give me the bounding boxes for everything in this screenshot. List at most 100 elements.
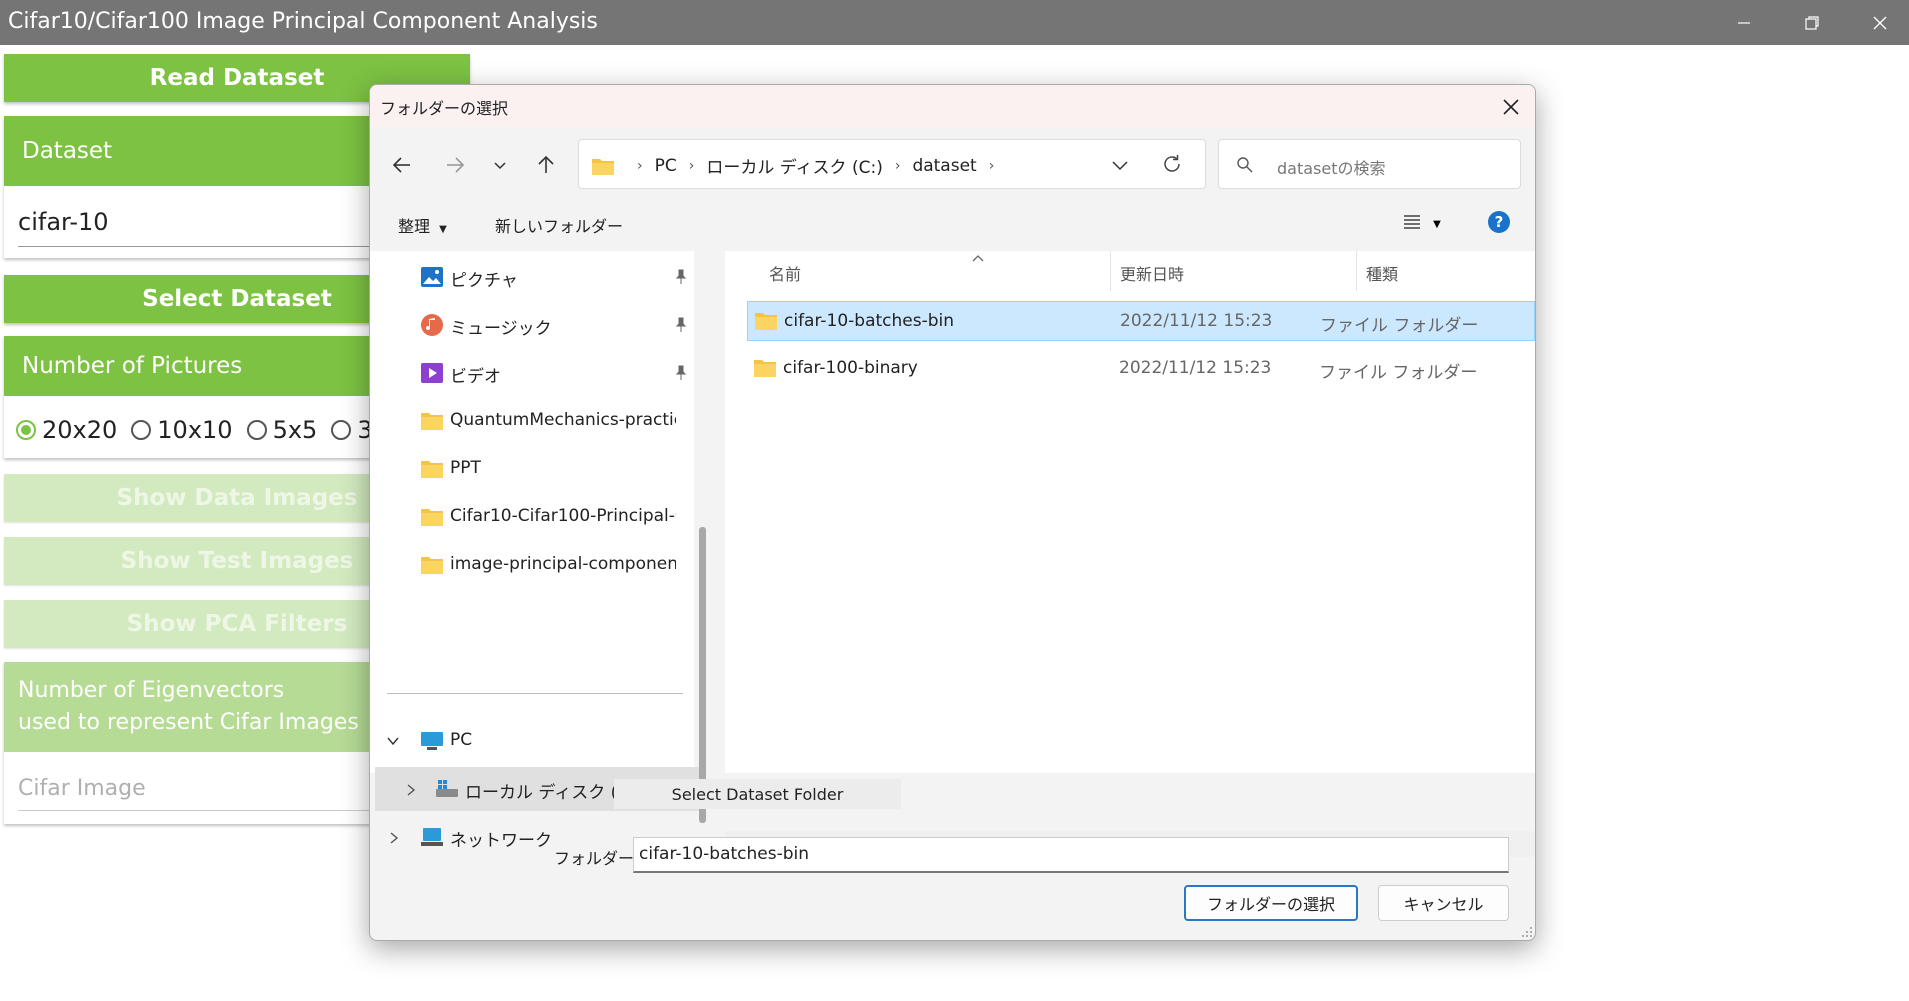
nav-label: PC — [450, 730, 473, 750]
nav-item-image-pca[interactable]: image-principal-component-ar — [370, 543, 676, 587]
chevron-right-icon — [390, 832, 399, 844]
nav-item-videos[interactable]: ビデオ — [370, 351, 687, 395]
restore-icon — [1805, 15, 1819, 30]
folder-select-dialog: フォルダーの選択 › PC › ローカル ディスク (C:) › dataset… — [369, 84, 1536, 941]
command-bar: 整理 ▼ 新しいフォルダー ▼ ? — [370, 201, 1535, 245]
nav-label: QuantumMechanics-practice — [450, 410, 676, 430]
forward-button[interactable] — [435, 145, 475, 185]
recent-locations-button[interactable] — [480, 145, 520, 185]
column-separator[interactable] — [1356, 251, 1357, 291]
file-type: ファイル フォルダー — [1319, 363, 1478, 383]
dialog-title: フォルダーの選択 — [380, 99, 509, 118]
drive-icon — [436, 780, 458, 797]
chevron-down-icon — [387, 737, 399, 746]
caret-down-icon: ▼ — [1433, 219, 1441, 230]
arrow-right-icon — [447, 157, 465, 173]
radio-5x5[interactable]: 5x5 — [246, 416, 318, 444]
caret-down-icon: ▼ — [439, 224, 447, 235]
nav-label: Cifar10-Cifar100-Principal-Com — [450, 506, 676, 526]
file-modified: 2022/11/12 15:23 — [1120, 311, 1273, 331]
radio-label: 20x20 — [42, 416, 118, 444]
breadcrumb-local-disk[interactable]: ローカル ディスク (C:) — [706, 153, 882, 178]
column-modified-header[interactable]: 更新日時 — [1120, 251, 1184, 295]
new-folder-button[interactable]: 新しいフォルダー — [495, 213, 623, 237]
file-row[interactable]: cifar-100-binary 2022/11/12 15:23 ファイル フ… — [747, 349, 1535, 389]
folder-icon — [421, 413, 443, 430]
chevron-right-icon: › — [894, 157, 901, 174]
sort-ascending-icon — [972, 255, 984, 262]
pc-icon — [421, 732, 443, 750]
dialog-close-button[interactable] — [1499, 95, 1523, 119]
video-icon — [421, 363, 443, 383]
folder-icon — [755, 313, 777, 330]
chevron-down-icon[interactable] — [1111, 157, 1129, 173]
up-button[interactable] — [526, 145, 566, 185]
nav-item-music[interactable]: ミュージック — [370, 303, 687, 347]
breadcrumb-dataset[interactable]: dataset — [912, 156, 976, 176]
close-window-button[interactable] — [1848, 0, 1909, 45]
minimize-icon — [1738, 21, 1750, 24]
search-icon — [1237, 157, 1253, 173]
search-placeholder: datasetの検索 — [1277, 159, 1386, 178]
back-button[interactable] — [382, 145, 422, 185]
radio-label: 10x10 — [157, 416, 233, 444]
nav-item-pictures[interactable]: ピクチャ — [370, 255, 687, 299]
radio-unchecked-icon — [246, 420, 267, 440]
folder-name-input[interactable]: cifar-10-batches-bin — [633, 837, 1509, 873]
chevron-right-icon: › — [637, 157, 643, 174]
radio-10x10[interactable]: 10x10 — [131, 416, 233, 444]
chevron-down-icon — [494, 162, 506, 170]
folder-icon — [754, 360, 776, 377]
tree-item-pc[interactable]: PC — [370, 719, 676, 763]
chevron-right-icon: › — [988, 157, 995, 174]
svg-text:?: ? — [1495, 213, 1504, 231]
close-icon — [1873, 16, 1887, 29]
resize-grip-icon[interactable] — [1521, 926, 1533, 938]
help-icon: ? — [1488, 211, 1510, 233]
select-folder-button[interactable]: フォルダーの選択 — [1184, 885, 1358, 921]
file-name: cifar-10-batches-bin — [784, 311, 955, 331]
nav-label: ビデオ — [450, 367, 501, 387]
nav-label: PPT — [450, 458, 481, 478]
nav-item-quantum[interactable]: QuantumMechanics-practice — [370, 399, 676, 443]
eigenvectors-header-line1: Number of Eigenvectors — [18, 678, 285, 703]
column-name-header[interactable]: 名前 — [769, 251, 801, 295]
pin-icon — [675, 269, 687, 284]
radio-label: 5x5 — [272, 416, 318, 444]
nav-label: ミュージック — [450, 319, 552, 339]
minimize-button[interactable] — [1712, 0, 1776, 45]
nav-label: image-principal-component-ar — [450, 554, 676, 574]
cancel-button[interactable]: キャンセル — [1378, 885, 1509, 921]
address-bar[interactable]: › PC › ローカル ディスク (C:) › dataset › — [578, 139, 1206, 189]
navigation-pane: ピクチャ ミュージック ビデオ QuantumMechanics-practic… — [370, 251, 699, 851]
refresh-icon[interactable] — [1161, 153, 1183, 175]
eigenvectors-header-line2: used to represent Cifar Images — [18, 710, 359, 735]
status-label: Select Dataset Folder — [614, 779, 901, 809]
radio-20x20[interactable]: 20x20 — [16, 416, 117, 444]
arrow-left-icon — [392, 157, 410, 173]
folder-icon — [592, 158, 614, 175]
file-row[interactable]: cifar-10-batches-bin 2022/11/12 15:23 ファ… — [747, 301, 1535, 341]
pictures-icon — [421, 267, 443, 287]
folder-label: フォルダー: — [554, 849, 640, 868]
organize-button[interactable]: 整理 ▼ — [398, 213, 447, 237]
restore-button[interactable] — [1780, 0, 1844, 45]
help-button[interactable]: ? — [1487, 210, 1511, 238]
pin-icon — [675, 365, 687, 380]
close-icon — [1503, 99, 1519, 115]
nav-item-cifar-project[interactable]: Cifar10-Cifar100-Principal-Com — [370, 495, 676, 539]
breadcrumb-pc[interactable]: PC — [655, 156, 677, 176]
file-list-pane: 名前 更新日時 種類 cifar-10-batches-bin 2022/11/… — [725, 251, 1535, 773]
list-view-icon — [1404, 215, 1420, 229]
app-title: Cifar10/Cifar100 Image Principal Compone… — [8, 9, 598, 34]
folder-icon — [421, 557, 443, 574]
nav-item-ppt[interactable]: PPT — [370, 447, 676, 491]
column-type-header[interactable]: 種類 — [1366, 251, 1398, 295]
breadcrumb: › PC › ローカル ディスク (C:) › dataset › — [591, 153, 1006, 178]
view-options-button[interactable]: ▼ — [1402, 213, 1441, 235]
search-input[interactable]: datasetの検索 — [1218, 139, 1521, 189]
folder-icon — [421, 461, 443, 478]
column-separator[interactable] — [1110, 251, 1111, 291]
chevron-right-icon — [407, 784, 416, 796]
arrow-up-icon — [538, 155, 554, 173]
